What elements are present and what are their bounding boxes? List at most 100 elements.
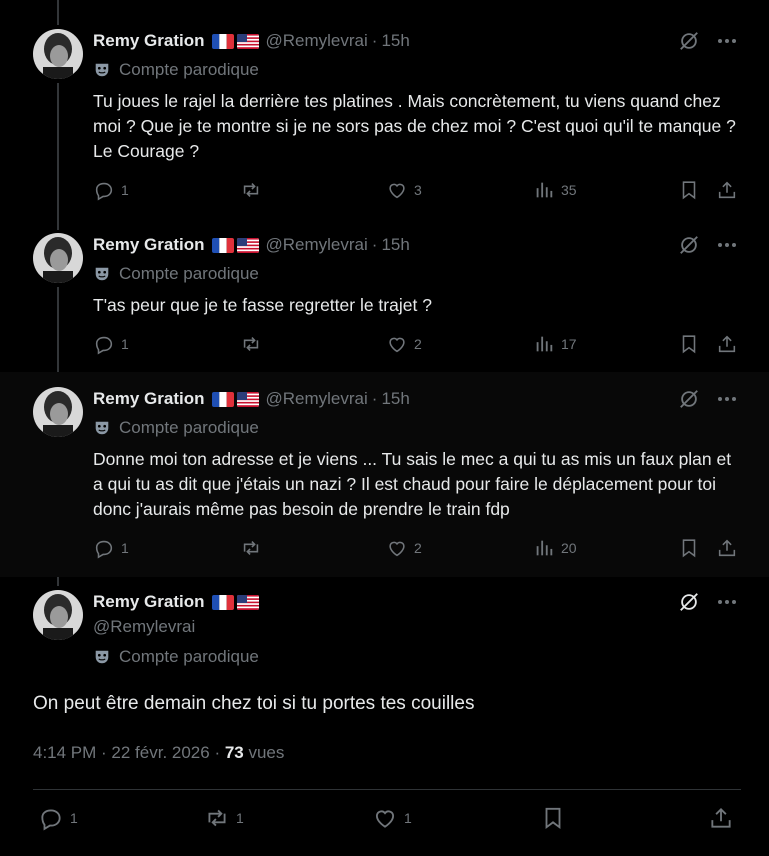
reply-button[interactable]: 1 (93, 537, 129, 559)
timestamp[interactable]: 15h (381, 31, 409, 51)
reply-count: 1 (70, 810, 78, 826)
tweet-2[interactable]: Remy Gration @Remylevrai · 15h Compte pa… (0, 220, 769, 372)
like-icon (389, 337, 405, 353)
reply-icon (41, 809, 61, 831)
avatar[interactable] (33, 387, 83, 437)
bookmark-icon (545, 807, 561, 830)
more-icon[interactable] (715, 29, 739, 53)
author-name[interactable]: Remy Gration (93, 31, 204, 51)
flag-fr-icon (212, 594, 235, 610)
grok-icon[interactable] (677, 387, 701, 411)
like-icon (375, 810, 395, 828)
like-icon (389, 183, 405, 199)
reply-button[interactable]: 1 (93, 333, 129, 355)
views-count: 20 (561, 540, 577, 556)
views-button[interactable]: 20 (533, 537, 577, 559)
share-icon (718, 181, 736, 199)
share-button[interactable] (716, 537, 738, 559)
views-button[interactable]: 17 (533, 333, 577, 355)
repost-icon (243, 337, 259, 351)
parody-mask-icon (95, 650, 109, 664)
like-count: 3 (414, 182, 422, 198)
divider (33, 789, 741, 790)
repost-icon (243, 541, 259, 555)
views-icon (536, 540, 553, 556)
repost-icon (243, 183, 259, 197)
like-button[interactable]: 2 (386, 537, 422, 559)
bookmark-icon (682, 335, 696, 354)
bookmark-button[interactable] (678, 179, 700, 201)
reply-count: 1 (121, 336, 129, 352)
avatar[interactable] (33, 233, 83, 283)
bookmark-icon (682, 181, 696, 200)
like-button[interactable]: 3 (386, 179, 422, 201)
like-button[interactable]: 1 (372, 805, 412, 831)
repost-button[interactable] (240, 333, 268, 355)
author-handle[interactable]: @Remylevrai (265, 235, 367, 255)
share-icon (711, 808, 731, 828)
author-handle[interactable]: @Remylevrai (265, 31, 367, 51)
repost-button[interactable]: 1 (204, 805, 244, 831)
author-name[interactable]: Remy Gration (93, 389, 204, 409)
repost-button[interactable] (240, 179, 268, 201)
like-count: 1 (404, 810, 412, 826)
views-count: 73 (224, 743, 244, 762)
reply-icon (95, 540, 113, 559)
author-name[interactable]: Remy Gration (93, 235, 204, 255)
views-icon (536, 336, 553, 352)
views-label: vues (243, 743, 285, 762)
reply-button[interactable]: 1 (38, 805, 78, 831)
avatar[interactable] (33, 29, 83, 79)
share-button[interactable] (716, 333, 738, 355)
grok-icon[interactable] (677, 29, 701, 53)
reply-count: 1 (121, 540, 129, 556)
main-tweet: Remy Gration @Remylevrai Compte parodiqu… (0, 577, 769, 856)
views-icon (536, 182, 553, 198)
bookmark-button[interactable] (678, 537, 700, 559)
parody-label: Compte parodique (119, 647, 259, 666)
views-button[interactable]: 35 (533, 179, 577, 201)
author-handle[interactable]: @Remylevrai (93, 617, 195, 637)
views-count: 35 (561, 182, 577, 198)
like-icon (389, 541, 405, 557)
reply-button[interactable]: 1 (93, 179, 129, 201)
parody-mask-icon (95, 267, 109, 281)
tweet-text: On peut être demain chez toi si tu porte… (33, 693, 475, 714)
like-count: 2 (414, 336, 422, 352)
parody-label: Compte parodique (119, 60, 259, 79)
timestamp[interactable]: 4:14 PM · 22 févr. 2026 · (33, 743, 225, 762)
tweet-text: Tu joues le rajel la derrière tes platin… (93, 91, 736, 161)
flag-fr-icon (212, 33, 235, 49)
share-icon (718, 335, 736, 353)
more-icon[interactable] (715, 387, 739, 411)
repost-count: 1 (236, 810, 244, 826)
parody-mask-icon (95, 63, 109, 77)
like-count: 2 (414, 540, 422, 556)
repost-button[interactable] (240, 537, 268, 559)
grok-icon[interactable] (677, 233, 701, 257)
bookmark-button[interactable] (540, 805, 566, 831)
tweet-3[interactable]: Remy Gration @Remylevrai · 15h Compte pa… (0, 372, 769, 577)
author-name[interactable]: Remy Gration (93, 592, 204, 612)
separator-dot: · (371, 389, 378, 408)
bookmark-icon (682, 539, 696, 558)
timestamp[interactable]: 15h (381, 235, 409, 255)
reply-count: 1 (121, 182, 129, 198)
grok-icon[interactable] (677, 590, 701, 614)
share-button[interactable] (708, 805, 734, 831)
author-handle[interactable]: @Remylevrai (265, 389, 367, 409)
more-icon[interactable] (715, 233, 739, 257)
more-icon[interactable] (715, 590, 739, 614)
bookmark-button[interactable] (678, 333, 700, 355)
like-button[interactable]: 2 (386, 333, 422, 355)
avatar[interactable] (33, 590, 83, 640)
tweet-1[interactable]: Remy Gration @Remylevrai · 15h Compte pa… (0, 0, 769, 220)
tweet-text: Donne moi ton adresse et je viens ... Tu… (93, 449, 732, 519)
share-icon (718, 539, 736, 557)
share-button[interactable] (716, 179, 738, 201)
flag-us-icon (237, 594, 260, 610)
flag-us-icon (237, 33, 260, 49)
timestamp[interactable]: 15h (381, 389, 409, 409)
tweet-text: T'as peur que je te fasse regretter le t… (93, 295, 432, 315)
tweet-meta: 4:14 PM · 22 févr. 2026 · 73 vues (33, 743, 284, 763)
